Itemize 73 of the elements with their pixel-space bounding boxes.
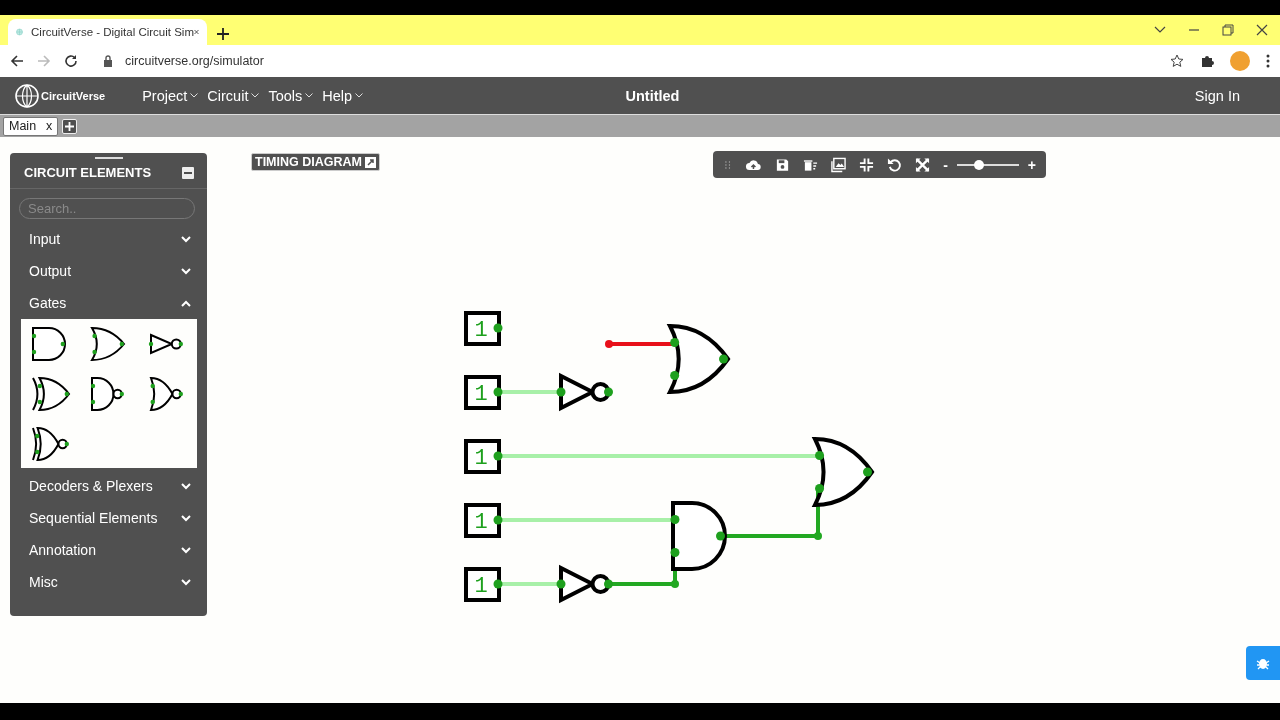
category-item[interactable]: Input	[10, 223, 207, 255]
chevron-down-icon	[181, 235, 191, 243]
menu-item[interactable]: Help	[322, 87, 364, 104]
undo-icon[interactable]	[887, 156, 903, 173]
menu-item[interactable]: Tools	[268, 87, 314, 104]
panel-title: CIRCUIT ELEMENTS	[24, 165, 152, 180]
project-title: Untitled	[624, 87, 680, 104]
new-tab-icon[interactable]	[217, 28, 229, 40]
not-gate[interactable]	[556, 372, 613, 412]
and-gate-icon[interactable]	[32, 327, 67, 361]
nor-gate-icon[interactable]	[149, 377, 183, 411]
add-tab-button[interactable]	[62, 118, 78, 134]
or-gate-icon[interactable]	[91, 327, 125, 361]
chevron-down-icon	[181, 482, 191, 490]
category-item[interactable]: Gates	[10, 287, 207, 319]
chevron-down-icon	[181, 267, 191, 275]
restore-icon[interactable]	[1222, 24, 1234, 36]
expand-icon	[364, 156, 376, 168]
chevron-down-icon	[181, 546, 191, 554]
caret-icon	[190, 93, 199, 98]
caret-icon	[355, 93, 364, 98]
reload-icon[interactable]	[64, 54, 78, 68]
category-item[interactable]: Decoders & Plexers	[10, 470, 207, 502]
more-icon[interactable]	[1266, 54, 1270, 68]
menu-item[interactable]: Circuit	[207, 87, 260, 104]
slider-thumb[interactable]	[973, 159, 984, 170]
category-item[interactable]: Misc	[10, 566, 207, 598]
save-icon[interactable]	[775, 156, 791, 173]
search-field[interactable]: Search..	[19, 198, 195, 219]
logo-text[interactable]: CircuitVerse	[41, 89, 106, 102]
tab-close[interactable]: x	[46, 119, 53, 133]
timing-diagram-button[interactable]: TIMING DIAGRAM	[251, 153, 380, 171]
or-gate[interactable]	[668, 324, 730, 394]
category-item[interactable]: Output	[10, 255, 207, 287]
xor-gate-icon[interactable]	[32, 377, 71, 411]
lock-icon	[103, 55, 113, 67]
browser-tab[interactable]: CircuitVerse - Digital Circuit Sim	[8, 19, 207, 45]
star-icon[interactable]	[1170, 54, 1184, 68]
plus-icon	[65, 121, 75, 131]
and-gate[interactable]	[670, 501, 727, 571]
sign-in-link[interactable]: Sign In	[1194, 87, 1240, 104]
url-text[interactable]: circuitverse.org/simulator	[125, 54, 264, 68]
fullscreen-icon[interactable]	[915, 156, 931, 173]
zoom-in-button[interactable]: +	[1027, 156, 1036, 173]
circuit-tab[interactable]: Main x	[3, 116, 59, 136]
image-icon[interactable]	[831, 156, 847, 173]
chevron-down-icon[interactable]	[1154, 26, 1166, 34]
not-gate-icon[interactable]	[148, 333, 183, 355]
bug-report-button[interactable]	[1246, 646, 1280, 680]
minimize-button[interactable]	[182, 166, 194, 179]
chevron-down-icon	[181, 578, 191, 586]
globe-icon	[16, 25, 24, 39]
back-arrow-icon[interactable]	[10, 54, 24, 68]
compress-icon[interactable]	[859, 156, 875, 173]
zoom-out-button[interactable]: -	[943, 156, 948, 173]
caret-icon	[305, 93, 314, 98]
bug-icon	[1256, 656, 1270, 670]
xnor-gate-icon[interactable]	[32, 427, 70, 461]
tab-label: Main	[9, 119, 37, 133]
puzzle-icon[interactable]	[1200, 54, 1214, 68]
chevron-up-icon	[181, 299, 191, 307]
globe-logo-icon	[13, 82, 39, 109]
tab-title: CircuitVerse - Digital Circuit Sim	[31, 26, 194, 38]
caret-icon	[251, 93, 260, 98]
not-gate[interactable]	[556, 564, 613, 604]
nand-gate-icon[interactable]	[90, 377, 124, 411]
chevron-down-icon	[181, 514, 191, 522]
close-icon[interactable]	[194, 27, 199, 37]
or-gate[interactable]	[813, 437, 874, 507]
category-item[interactable]: Annotation	[10, 534, 207, 566]
category-item[interactable]: Sequential Elements	[10, 502, 207, 534]
close-icon[interactable]	[1256, 24, 1268, 36]
menu-item[interactable]: Project	[142, 87, 199, 104]
